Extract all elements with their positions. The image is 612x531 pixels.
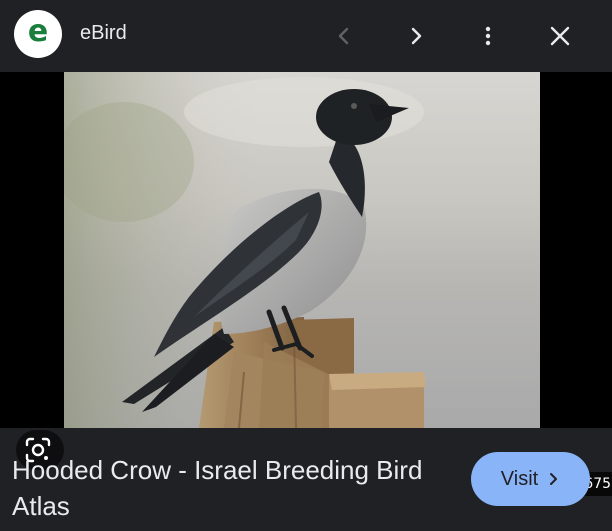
close-button[interactable] <box>540 16 580 56</box>
visit-label: Visit <box>500 467 539 490</box>
visit-button[interactable]: Visit <box>471 452 590 506</box>
chevron-left-icon <box>338 27 349 45</box>
bird-photo[interactable] <box>64 72 540 428</box>
close-icon <box>550 26 570 46</box>
next-button[interactable] <box>396 16 436 56</box>
site-name[interactable]: eBird <box>80 22 127 45</box>
result-title[interactable]: Hooded Crow - Israel Breeding Bird Atlas <box>12 452 452 524</box>
chevron-right-icon <box>411 27 422 45</box>
chevron-right-icon <box>550 473 558 485</box>
site-logo[interactable]: e <box>14 10 62 58</box>
hooded-crow-image <box>64 72 540 428</box>
top-bar: e eBird <box>0 0 612 72</box>
more-options-button[interactable] <box>468 16 508 56</box>
more-vertical-icon <box>485 26 491 46</box>
image-preview-area: 900 × 675 <box>0 72 612 496</box>
previous-button[interactable] <box>324 16 364 56</box>
site-logo-letter: e <box>27 14 49 49</box>
